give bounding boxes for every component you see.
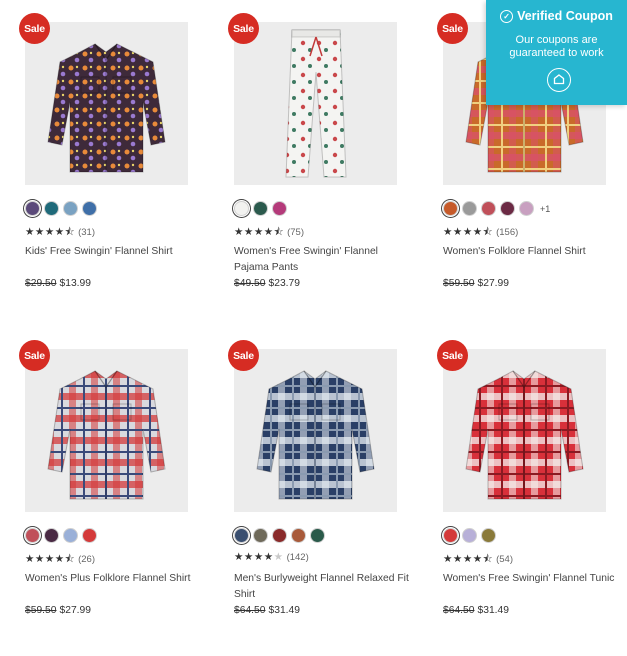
- product-image[interactable]: [443, 349, 606, 512]
- product-price: $29.50 $13.99: [25, 278, 91, 289]
- color-swatch[interactable]: [25, 201, 40, 216]
- color-swatch[interactable]: [44, 201, 59, 216]
- color-swatches: [234, 527, 325, 544]
- original-price: $64.50: [234, 605, 266, 616]
- sale-badge: Sale: [228, 13, 259, 44]
- check-circle-icon: ✓: [500, 10, 514, 23]
- product-rating[interactable]: ★★★★⯪ (156): [443, 224, 518, 242]
- color-swatch[interactable]: [253, 528, 268, 543]
- product-rating[interactable]: ★★★★★ (142): [234, 551, 309, 563]
- product-rating[interactable]: ★★★★⯪ (26): [25, 551, 95, 569]
- color-swatches: [25, 527, 97, 544]
- color-swatch[interactable]: [443, 528, 458, 543]
- original-price: $59.50: [443, 278, 475, 289]
- product-price: $49.50 $23.79: [234, 278, 300, 289]
- color-swatch[interactable]: [519, 201, 534, 216]
- product-title[interactable]: Women's Free Swingin' Flannel Pajama Pan…: [234, 244, 412, 276]
- color-swatch[interactable]: [481, 528, 496, 543]
- star-rating-icon: ★★★★⯪: [234, 226, 285, 238]
- sale-badge: Sale: [19, 340, 50, 371]
- review-count: (156): [496, 227, 519, 238]
- color-swatch[interactable]: [462, 528, 477, 543]
- color-swatches: [443, 527, 496, 544]
- color-swatch[interactable]: [63, 528, 78, 543]
- product-rating[interactable]: ★★★★⯪ (75): [234, 224, 304, 242]
- product-title[interactable]: Kids' Free Swingin' Flannel Shirt: [25, 244, 203, 260]
- product-price: $64.50 $31.49: [443, 605, 509, 616]
- color-swatches: +1: [443, 200, 550, 217]
- color-swatch[interactable]: [25, 528, 40, 543]
- color-swatch[interactable]: [82, 201, 97, 216]
- more-colors-link[interactable]: +1: [540, 204, 550, 214]
- review-count: (54): [496, 554, 514, 565]
- color-swatch[interactable]: [63, 201, 78, 216]
- color-swatch[interactable]: [44, 528, 59, 543]
- original-price: $49.50: [234, 278, 266, 289]
- review-count: (31): [78, 227, 96, 238]
- star-rating-icon: ★★★★⯪: [443, 553, 494, 565]
- product-price: $59.50 $27.99: [25, 605, 91, 616]
- color-swatches: [25, 200, 97, 217]
- color-swatch[interactable]: [291, 528, 306, 543]
- color-swatch[interactable]: [481, 201, 496, 216]
- product-title[interactable]: Men's Burlyweight Flannel Relaxed Fit Sh…: [234, 571, 412, 603]
- sale-price: $31.49: [268, 605, 301, 616]
- product-image[interactable]: [234, 22, 397, 185]
- shield-check-icon[interactable]: [547, 68, 571, 92]
- sale-badge: Sale: [19, 13, 50, 44]
- sale-price: $27.99: [477, 278, 510, 289]
- sale-badge: Sale: [437, 13, 468, 44]
- sale-badge: Sale: [228, 340, 259, 371]
- color-swatch[interactable]: [234, 528, 249, 543]
- product-rating[interactable]: ★★★★⯪ (54): [443, 551, 513, 569]
- color-swatch[interactable]: [253, 201, 268, 216]
- original-price: $59.50: [25, 605, 57, 616]
- product-rating[interactable]: ★★★★⯪ (31): [25, 224, 95, 242]
- color-swatches: [234, 200, 287, 217]
- product-title[interactable]: Women's Plus Folklore Flannel Shirt: [25, 571, 203, 587]
- color-swatch[interactable]: [310, 528, 325, 543]
- product-image[interactable]: [25, 349, 188, 512]
- product-title[interactable]: Women's Free Swingin' Flannel Tunic: [443, 571, 621, 587]
- sale-price: $23.79: [268, 278, 301, 289]
- original-price: $29.50: [25, 278, 57, 289]
- review-count: (75): [287, 227, 305, 238]
- color-swatch[interactable]: [443, 201, 458, 216]
- coupon-description: Our coupons are guaranteed to work: [509, 34, 604, 59]
- verified-coupon-badge[interactable]: ✓ Verified Coupon Our coupons are guarant…: [486, 0, 627, 105]
- color-swatch[interactable]: [234, 201, 249, 216]
- product-image[interactable]: [234, 349, 397, 512]
- sale-price: $27.99: [59, 605, 92, 616]
- coupon-title: ✓ Verified Coupon: [486, 9, 627, 23]
- color-swatch[interactable]: [272, 201, 287, 216]
- product-image[interactable]: [25, 22, 188, 185]
- product-price: $64.50 $31.49: [234, 605, 300, 616]
- star-rating-icon: ★★★★⯪: [443, 226, 494, 238]
- sale-badge: Sale: [437, 340, 468, 371]
- review-count: (142): [286, 552, 309, 563]
- original-price: $64.50: [443, 605, 475, 616]
- star-rating-icon: ★★★★⯪: [25, 553, 76, 565]
- product-title[interactable]: Women's Folklore Flannel Shirt: [443, 244, 621, 260]
- product-price: $59.50 $27.99: [443, 278, 509, 289]
- star-rating-icon: ★★★★★: [234, 551, 284, 563]
- color-swatch[interactable]: [82, 528, 97, 543]
- color-swatch[interactable]: [500, 201, 515, 216]
- color-swatch[interactable]: [272, 528, 287, 543]
- coupon-title-text: Verified Coupon: [517, 9, 613, 23]
- review-count: (26): [78, 554, 96, 565]
- color-swatch[interactable]: [462, 201, 477, 216]
- sale-price: $31.49: [477, 605, 510, 616]
- sale-price: $13.99: [59, 278, 92, 289]
- star-rating-icon: ★★★★⯪: [25, 226, 76, 238]
